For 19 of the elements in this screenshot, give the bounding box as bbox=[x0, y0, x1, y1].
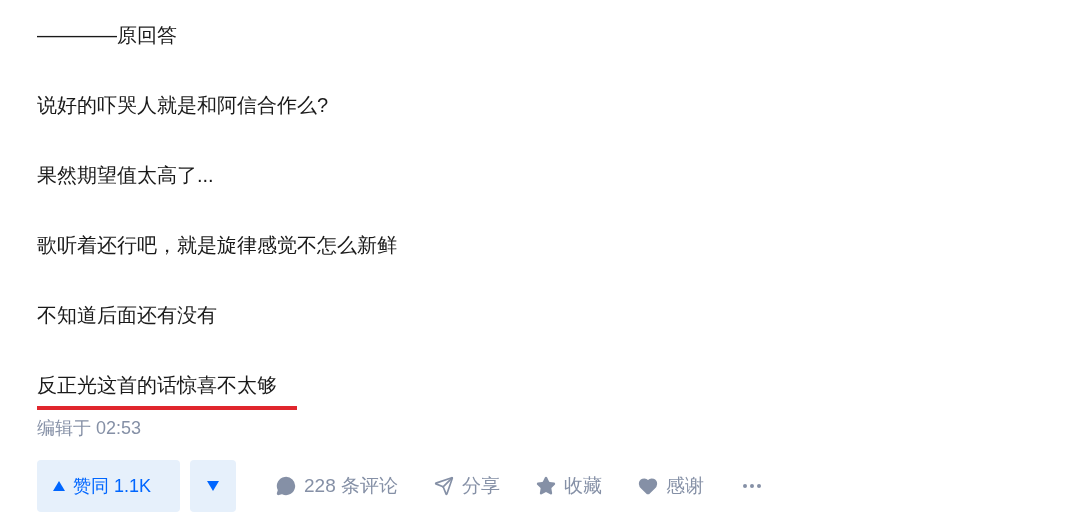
action-button[interactable]: 收藏 bbox=[536, 471, 602, 501]
comment-icon bbox=[276, 476, 296, 496]
paper-plane-icon bbox=[434, 476, 454, 496]
paragraph-text: 歌听着还行吧，就是旋律感觉不怎么新鲜 bbox=[37, 233, 397, 258]
star-icon bbox=[536, 476, 556, 496]
heart-icon bbox=[638, 476, 658, 496]
up-triangle-icon bbox=[53, 481, 65, 491]
edit-time: 编辑于 02:53 bbox=[37, 418, 142, 438]
paragraph-text: 果然期望值太高了... bbox=[37, 163, 214, 188]
paragraph-text: 说好的吓哭人就是和阿信合作么? bbox=[37, 93, 329, 118]
action-button[interactable]: 228 条评论 bbox=[276, 471, 398, 501]
action-button[interactable]: 分享 bbox=[434, 471, 500, 501]
down-triangle-icon bbox=[207, 481, 219, 491]
paragraph-text: 反正光这首的话惊喜不太够 bbox=[37, 372, 297, 410]
paragraph-text: 不知道后面还有没有 bbox=[37, 303, 217, 328]
upvote-button[interactable]: 赞同 1.1K bbox=[37, 460, 180, 512]
action-button[interactable]: 感谢 bbox=[638, 471, 704, 501]
paragraph-text: ————原回答 bbox=[37, 23, 177, 48]
downvote-button[interactable] bbox=[190, 460, 236, 512]
